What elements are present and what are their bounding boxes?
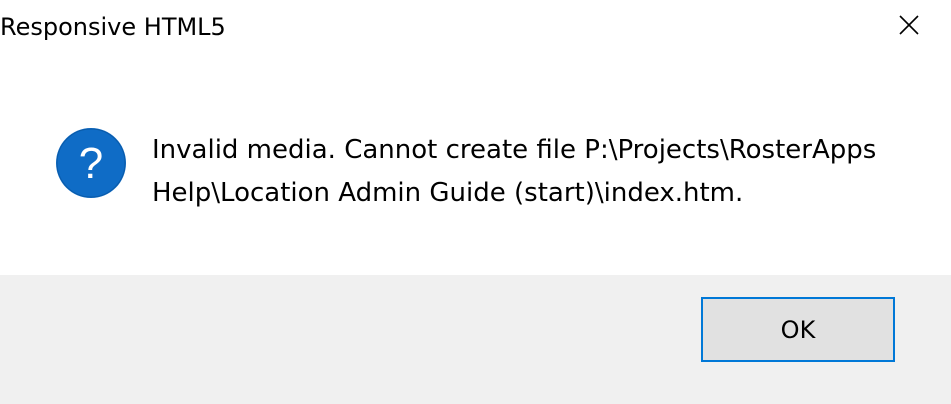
question-icon: ? [56, 128, 126, 198]
close-button[interactable] [878, 3, 940, 47]
message-line: Help\Location Admin Guide (start)\index.… [152, 178, 744, 208]
ok-button[interactable]: OK [701, 297, 895, 362]
dialog-title: Responsive HTML5 [0, 13, 226, 41]
message-line: Invalid media. Cannot create file P:\Pro… [152, 135, 877, 165]
dialog-message: Invalid media. Cannot create file P:\Pro… [152, 129, 912, 215]
title-bar: Responsive HTML5 [0, 0, 951, 60]
ok-button-label: OK [780, 315, 816, 344]
close-icon [899, 15, 919, 35]
message-dialog: Responsive HTML5 ? Invalid media. Cannot… [0, 0, 951, 404]
dialog-content: ? Invalid media. Cannot create file P:\P… [0, 60, 951, 275]
svg-text:?: ? [79, 139, 103, 188]
dialog-footer: OK [0, 275, 951, 404]
